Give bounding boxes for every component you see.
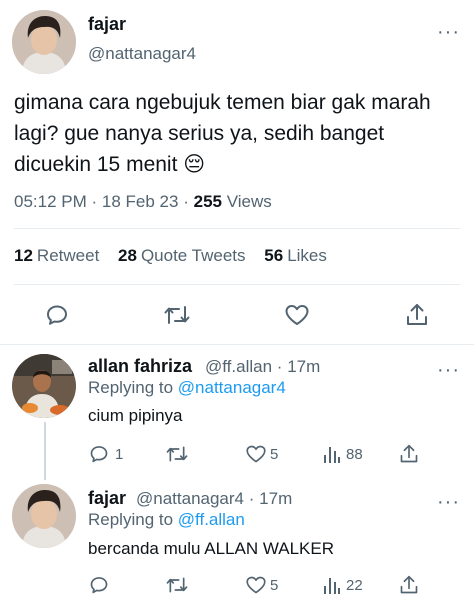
likes-stat[interactable]: 56 Likes [264,246,327,265]
quote-label: Quote Tweets [140,246,246,265]
author-handle[interactable]: @nattanagar4 [88,44,196,64]
reply-text: cium pipinya [88,406,183,425]
tweet-meta: 05:12 PM · 18 Feb 23 · 255 Views [14,192,272,212]
more-icon[interactable]: ··· [437,360,460,380]
reply-icon[interactable] [45,303,69,327]
retweet-icon[interactable] [165,575,189,595]
reply-age[interactable]: 17m [287,357,320,376]
reply-author-handle[interactable]: @ff.allan [205,357,272,376]
retweet-icon[interactable] [165,444,189,464]
separator: · [91,192,98,211]
replying-to-link[interactable]: @nattanagar4 [178,378,286,397]
like-icon[interactable] [245,444,267,464]
separator: · [183,192,189,211]
avatar[interactable] [12,354,76,418]
divider [14,284,460,285]
author-name[interactable]: fajar [88,14,126,35]
reply-author-name[interactable]: fajar [88,488,126,509]
reply-icon[interactable] [89,444,109,464]
replying-prefix: Replying to [88,378,174,397]
avatar[interactable] [12,484,76,548]
more-icon[interactable]: ··· [437,22,460,42]
reply-text: bercanda mulu ALLAN WALKER [88,539,334,558]
share-icon[interactable] [405,302,429,328]
views-icon[interactable] [323,575,341,595]
retweet-count: 12 [14,246,33,265]
engagement-stats: 12 Retweet 28 Quote Tweets 56 Likes [14,246,341,266]
like-count: 5 [270,577,279,594]
reply-meta: @nattanagar4 · 17m [136,489,292,509]
tweet-date[interactable]: 18 Feb 23 [102,192,179,211]
reply-meta: @ff.allan · 17m [205,357,320,377]
quote-stat[interactable]: 28 Quote Tweets [118,246,246,265]
views-count: 255 [193,192,222,211]
replying-to: Replying to @nattanagar4 [88,378,286,398]
views-count: 22 [346,577,363,594]
views-count: 88 [346,446,363,463]
like-count: 5 [270,446,279,463]
tweet-time[interactable]: 05:12 PM [14,192,87,211]
share-icon[interactable] [399,443,419,465]
more-icon[interactable]: ··· [437,492,460,512]
separator: · [276,357,283,376]
separator: · [248,489,255,508]
tweet-text: gimana cara ngebujuk temen biar gak mara… [14,91,431,176]
thread-connector [44,422,46,480]
reply-icon[interactable] [89,575,109,595]
share-icon[interactable] [399,574,419,596]
retweet-stat[interactable]: 12 Retweet [14,246,99,265]
reply-age[interactable]: 17m [259,489,292,508]
retweet-label: Retweet [36,246,100,265]
divider [0,344,474,345]
reply-author-name[interactable]: allan fahriza [88,356,192,377]
likes-label: Likes [287,246,327,265]
quote-count: 28 [118,246,137,265]
likes-count: 56 [264,246,284,265]
replying-to-link[interactable]: @ff.allan [178,510,245,529]
like-icon[interactable] [245,575,267,595]
reply-author-handle[interactable]: @nattanagar4 [136,489,244,508]
like-icon[interactable] [284,303,310,327]
reply-count: 1 [115,446,124,463]
views-icon[interactable] [323,444,341,464]
divider [14,228,460,229]
views-label: Views [226,192,272,211]
avatar[interactable] [12,10,76,74]
replying-prefix: Replying to [88,510,174,529]
retweet-icon[interactable] [163,303,191,327]
replying-to: Replying to @ff.allan [88,510,245,530]
